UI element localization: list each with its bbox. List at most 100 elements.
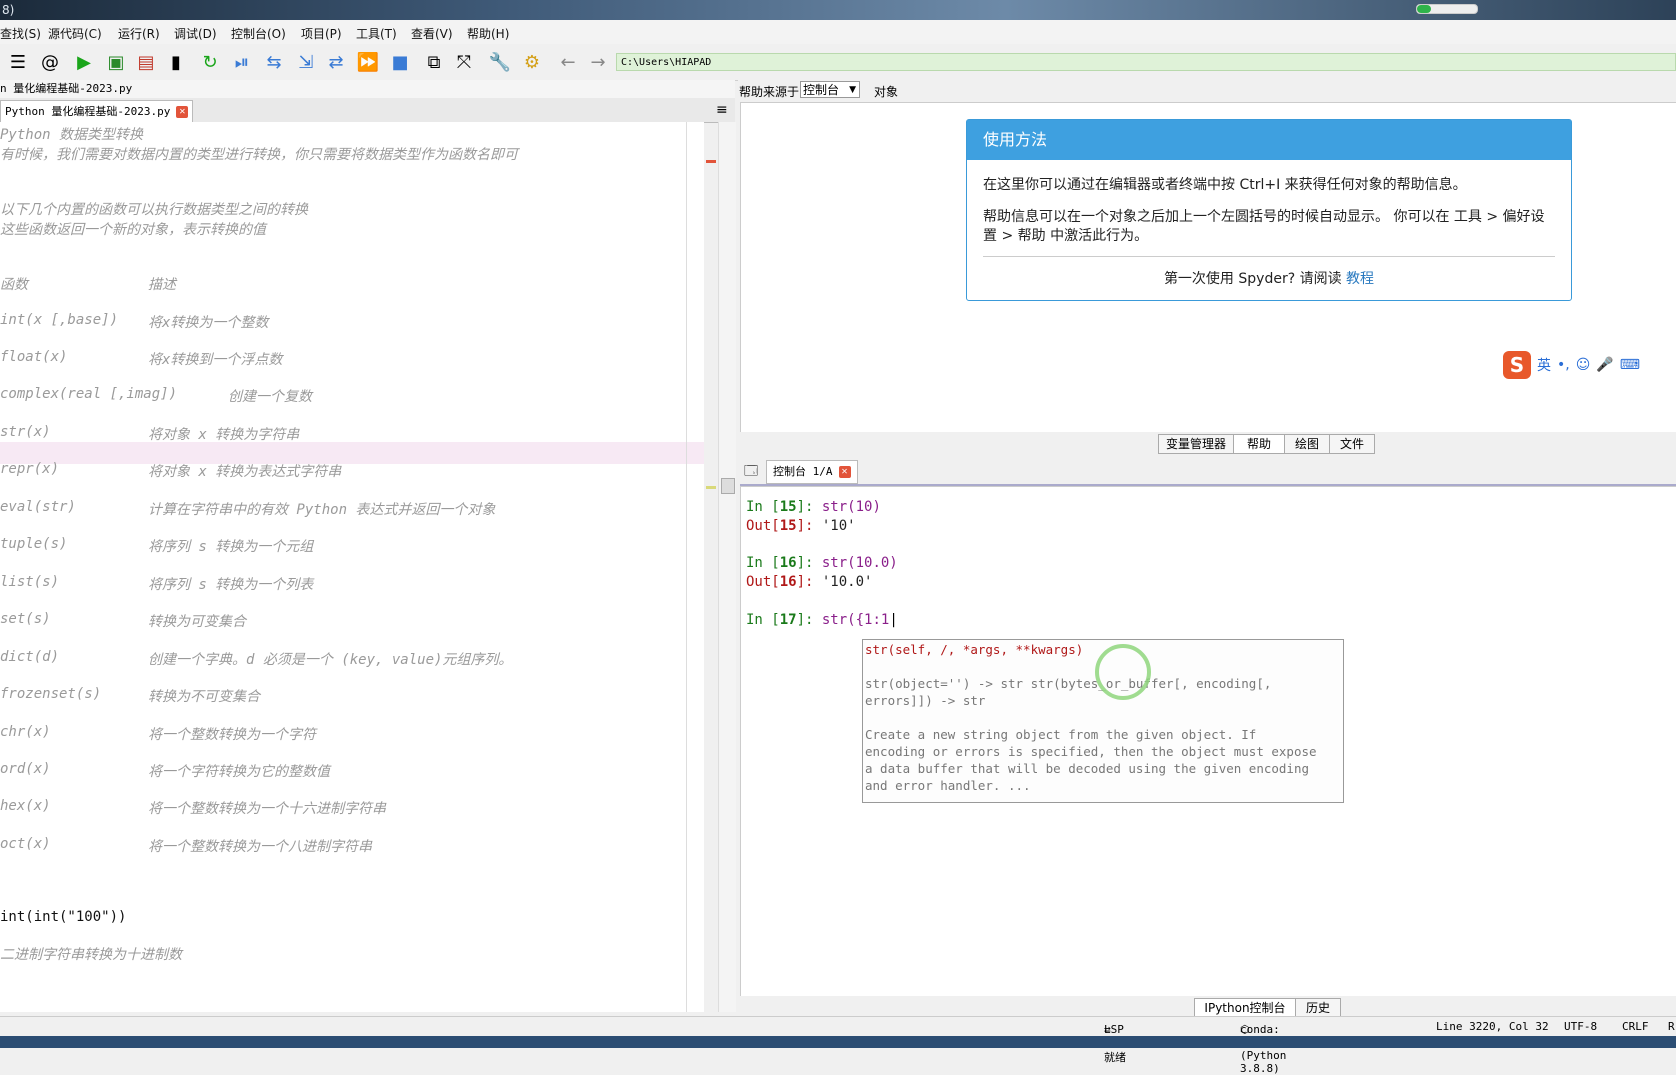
- code-line: eval(str) 计算在字符串中的有效 Python 表达式并返回一个对象: [0, 499, 496, 518]
- usage-card: 使用方法 在这里你可以通过在编辑器或者终端中按 Ctrl+I 来获得任何对象的帮…: [966, 119, 1572, 301]
- forward-icon[interactable]: →: [586, 50, 610, 74]
- code-line: Python 数据类型转换: [0, 127, 144, 143]
- emoji-icon[interactable]: ☺: [1576, 357, 1591, 373]
- debug-icon[interactable]: ⏯: [230, 50, 254, 74]
- code-editor[interactable]: Python 数据类型转换 有时候，我们需要对数据内置的类型进行转换，你只需要将…: [0, 122, 704, 1012]
- close-tab-icon[interactable]: ✕: [176, 106, 189, 118]
- file-encoding: UTF-8: [1564, 1020, 1598, 1033]
- list-icon[interactable]: ☰: [6, 50, 30, 74]
- menu-search[interactable]: 查找(S): [0, 25, 41, 42]
- code-line: frozenset(s) 转换为不可变集合: [0, 686, 260, 705]
- tab-variable-explorer[interactable]: 变量管理器: [1158, 434, 1234, 454]
- chevron-down-icon: ▼: [849, 85, 856, 95]
- console-tab[interactable]: 控制台 1/A ✕: [766, 460, 858, 484]
- help-source-select[interactable]: 控制台 ▼: [800, 81, 860, 98]
- code-line: tuple(s) 将序列 s 转换为一个元组: [0, 536, 314, 555]
- menu-console[interactable]: 控制台(O): [231, 25, 286, 42]
- step-return-icon[interactable]: ⇄: [324, 50, 348, 74]
- console-options-icon[interactable]: 🗔: [744, 462, 758, 484]
- run-selection-icon[interactable]: ▮: [164, 50, 188, 74]
- menu-project[interactable]: 项目(P): [301, 25, 342, 42]
- menu-bar: 查找(S) 源代码(C) 运行(R) 调试(D) 控制台(O) 项目(P) 工具…: [0, 20, 1676, 45]
- menu-source[interactable]: 源代码(C): [48, 25, 102, 42]
- code-line: repr(x) 将对象 x 转换为表达式字符串: [0, 461, 342, 480]
- console-current-input[interactable]: In [17]: str({1:1|: [746, 612, 898, 628]
- pane-tab-bar: 变量管理器 帮助 绘图 文件: [740, 432, 1676, 454]
- menu-help[interactable]: 帮助(H): [467, 25, 509, 42]
- window-title-bar: 8): [0, 0, 1676, 20]
- code-line: 这些函数返回一个新的对象，表示转换的值: [0, 222, 266, 238]
- punctuation-icon[interactable]: •,: [1557, 357, 1570, 373]
- step-icon[interactable]: ⇆: [262, 50, 286, 74]
- back-icon[interactable]: ←: [556, 50, 580, 74]
- code-line: 以下几个内置的函数可以执行数据类型之间的转换: [0, 202, 308, 218]
- at-icon[interactable]: @: [38, 50, 62, 74]
- code-line: list(s) 将序列 s 转换为一个列表: [0, 574, 314, 593]
- continue-icon[interactable]: ⏩: [356, 50, 380, 74]
- editor-file-tab[interactable]: Python 量化编程基础-2023.py ✕: [0, 100, 194, 123]
- editor-scrollbar[interactable]: [718, 122, 736, 1012]
- help-pane: 使用方法 在这里你可以通过在编辑器或者终端中按 Ctrl+I 来获得任何对象的帮…: [740, 102, 1676, 434]
- calltip-doc-line: and error handler. ...: [865, 778, 1031, 793]
- help-object-label: 对象: [874, 85, 899, 99]
- tab-plots[interactable]: 绘图: [1284, 434, 1330, 454]
- tab-help[interactable]: 帮助: [1233, 434, 1285, 454]
- divider: [983, 256, 1555, 257]
- toolbar: ☰ @ ▶ ▣ ▤ ▮ ↻ ⏯ ⇆ ⇲ ⇄ ⏩ ■ ⧉ ⤧ 🔧 ⚙ ← → C:…: [0, 44, 1676, 81]
- microphone-icon[interactable]: 🎤: [1596, 357, 1613, 373]
- code-line: oct(x) 将一个整数转换为一个八进制字符串: [0, 836, 372, 855]
- maximize-pane-icon[interactable]: ⧉: [422, 50, 446, 74]
- code-line: 函数 描述: [0, 277, 176, 293]
- code-line: int(int("100")): [0, 909, 127, 925]
- code-line: int(x [,base]) 将x转换为一个整数: [0, 312, 269, 331]
- editor-edge-line: [686, 122, 687, 1012]
- console-input-line: In [16]: str(10.0): [746, 555, 898, 571]
- usage-card-title: 使用方法: [967, 120, 1571, 160]
- sogou-logo-icon[interactable]: S: [1503, 351, 1531, 379]
- fullscreen-icon[interactable]: ⤧: [452, 50, 476, 74]
- stop-icon[interactable]: ■: [388, 50, 412, 74]
- input-method-toolbar: S 英 •, ☺ 🎤 ⌨: [1503, 351, 1676, 379]
- preferences-icon[interactable]: 🔧: [488, 50, 512, 74]
- hamburger-menu-icon[interactable]: ≡: [716, 102, 728, 118]
- console-input-line: In [15]: str(10): [746, 499, 881, 515]
- error-marker: [706, 160, 716, 163]
- rerun-icon[interactable]: ↻: [198, 50, 222, 74]
- run-icon[interactable]: ▶: [72, 50, 96, 74]
- console-bottom-tab-bar: IPython控制台 历史: [740, 996, 1676, 1018]
- calltip-doc-line: encoding or errors is specified, then th…: [865, 744, 1317, 759]
- keyboard-icon[interactable]: ⌨: [1620, 357, 1640, 373]
- calltip-doc-line: Create a new string object from the give…: [865, 727, 1257, 742]
- working-directory-field[interactable]: C:\Users\HIAPAD: [616, 53, 1676, 71]
- run-cell-icon[interactable]: ▣: [104, 50, 128, 74]
- usage-footer: 第一次使用 Spyder? 请阅读 教程: [1163, 271, 1375, 287]
- run-cell-advance-icon[interactable]: ▤: [134, 50, 158, 74]
- menu-run[interactable]: 运行(R): [118, 25, 160, 42]
- mouse-cursor-highlight: [1095, 644, 1151, 700]
- line-endings: CRLF: [1622, 1020, 1649, 1033]
- editor-tab-bar: Python 量化编程基础-2023.py ✕ ≡: [0, 98, 735, 123]
- tab-files[interactable]: 文件: [1329, 434, 1375, 454]
- code-line: complex(real [,imag]) 创建一个复数: [0, 386, 312, 405]
- help-toolbar: 帮助来源于 控制台 ▼ 对象: [738, 80, 1676, 102]
- code-line: float(x) 将x转换到一个浮点数: [0, 349, 283, 368]
- progress-indicator: [1416, 4, 1478, 14]
- scrollbar-thumb[interactable]: [721, 478, 735, 494]
- menu-tools[interactable]: 工具(T): [356, 25, 397, 42]
- close-tab-icon[interactable]: ✕: [838, 466, 851, 478]
- tab-ipython-console[interactable]: IPython控制台: [1194, 998, 1296, 1018]
- ipython-console[interactable]: In [15]: str(10) Out[15]: '10' In [16]: …: [740, 486, 1676, 1000]
- tab-history[interactable]: 历史: [1295, 998, 1341, 1018]
- code-line: ord(x) 将一个字符转换为它的整数值: [0, 761, 330, 780]
- editor-file-path: n 量化编程基础-2023.py: [0, 80, 735, 98]
- ime-language-toggle[interactable]: 英: [1537, 355, 1551, 375]
- warning-marker: [706, 486, 716, 489]
- usage-paragraph-2: 帮助信息可以在一个对象之后加上一个左圆括号的时候自动显示。 你可以在 工具 > …: [983, 209, 1545, 244]
- usage-paragraph-1: 在这里你可以通过在编辑器或者终端中按 Ctrl+I 来获得任何对象的帮助信息。: [983, 177, 1467, 193]
- tutorial-link[interactable]: 教程: [1346, 271, 1374, 287]
- menu-debug[interactable]: 调试(D): [174, 25, 217, 42]
- cursor-position: Line 3220, Col 32: [1436, 1020, 1549, 1033]
- step-into-icon[interactable]: ⇲: [294, 50, 318, 74]
- menu-view[interactable]: 查看(V): [411, 25, 453, 42]
- python-path-icon[interactable]: ⚙: [520, 50, 544, 74]
